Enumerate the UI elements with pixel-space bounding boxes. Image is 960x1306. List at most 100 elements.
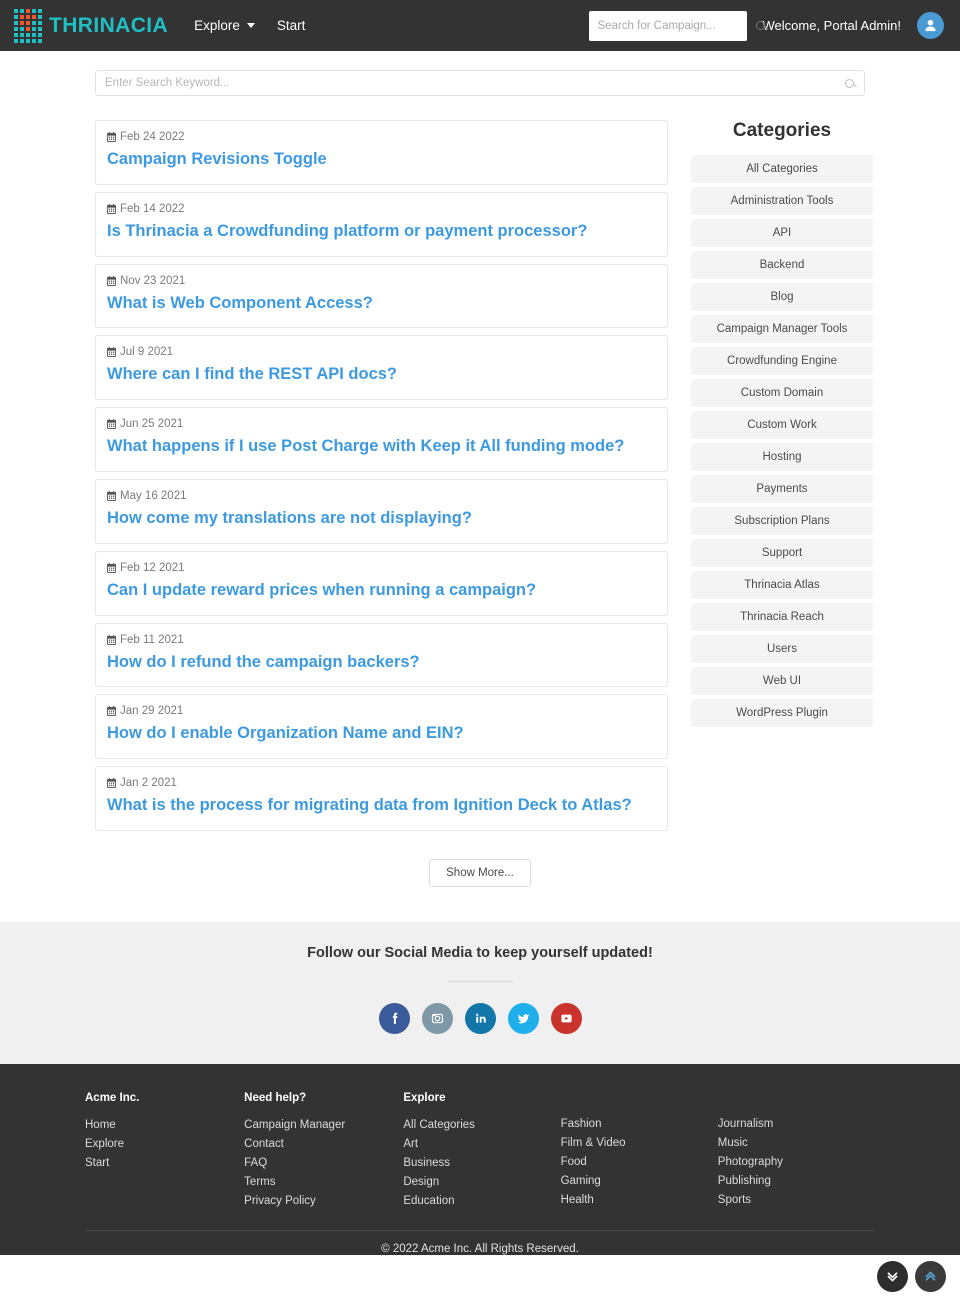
footer-link[interactable]: FAQ <box>244 1157 403 1169</box>
category-item[interactable]: Subscription Plans <box>691 507 873 535</box>
category-item[interactable]: API <box>691 219 873 247</box>
footer-link[interactable]: Terms <box>244 1176 403 1188</box>
category-item[interactable]: Users <box>691 635 873 663</box>
footer-link[interactable]: Health <box>561 1194 718 1206</box>
footer-link[interactable]: Journalism <box>718 1118 875 1130</box>
article-date-text: Nov 23 2021 <box>120 274 186 287</box>
article-title-link[interactable]: What is Web Component Access? <box>107 294 656 314</box>
article-title-link[interactable]: What is the process for migrating data f… <box>107 796 656 816</box>
twitter-icon[interactable] <box>507 1002 539 1034</box>
categories-sidebar: Categories All Categories Administration … <box>691 120 873 731</box>
campaign-search-input[interactable] <box>597 19 752 32</box>
footer-column-spacer <box>561 1092 718 1118</box>
nav-item-explore[interactable]: Explore <box>194 18 255 33</box>
category-item[interactable]: WordPress Plugin <box>691 699 873 727</box>
user-avatar-icon[interactable] <box>917 12 944 39</box>
category-item[interactable]: Support <box>691 539 873 567</box>
search-icon[interactable] <box>755 21 765 30</box>
article-title-link[interactable]: What happens if I use Post Charge with K… <box>107 437 656 457</box>
nav-item-start[interactable]: Start <box>277 18 306 33</box>
facebook-icon[interactable] <box>378 1002 410 1034</box>
article-date: Nov 23 2021 <box>107 275 656 287</box>
article-card[interactable]: Feb 24 2022 Campaign Revisions Toggle <box>95 120 668 185</box>
footer-link[interactable]: Business <box>403 1157 560 1169</box>
campaign-search-box[interactable] <box>588 10 765 41</box>
keyword-search-input[interactable] <box>105 77 845 89</box>
article-card[interactable]: Jun 25 2021 What happens if I use Post Ch… <box>95 407 668 472</box>
footer-link[interactable]: Privacy Policy <box>244 1195 403 1207</box>
footer-link[interactable]: Home <box>85 1119 244 1131</box>
scroll-top-button[interactable] <box>915 1261 946 1292</box>
category-item[interactable]: Web UI <box>691 667 873 695</box>
article-card[interactable]: Feb 11 2021 How do I refund the campaign … <box>95 622 668 688</box>
article-card[interactable]: Feb 12 2021 Can I update reward prices wh… <box>95 550 668 616</box>
footer-link[interactable]: Start <box>85 1157 244 1169</box>
calendar-icon <box>107 562 116 573</box>
category-item[interactable]: All Categories <box>691 155 873 183</box>
category-item[interactable]: Administration Tools <box>691 187 873 215</box>
article-date-text: Feb 14 2022 <box>120 202 185 215</box>
category-item[interactable]: Blog <box>691 283 873 311</box>
article-card[interactable]: Jan 2 2021 What is the process for migrat… <box>95 766 668 831</box>
footer-link[interactable]: Explore <box>85 1138 244 1150</box>
footer-link[interactable]: Fashion <box>561 1118 718 1130</box>
footer-link[interactable]: Sports <box>718 1194 875 1206</box>
calendar-icon <box>107 275 116 286</box>
article-title-link[interactable]: Where can I find the REST API docs? <box>107 365 656 385</box>
article-title-link[interactable]: Is Thrinacia a Crowdfunding platform or … <box>107 222 656 242</box>
chevron-down-icon <box>246 23 255 28</box>
footer-link[interactable]: Publishing <box>718 1175 875 1187</box>
category-item[interactable]: Thrinacia Atlas <box>691 571 873 599</box>
article-title-link[interactable]: How do I enable Organization Name and EI… <box>107 724 656 744</box>
footer-link[interactable]: Art <box>403 1138 560 1150</box>
show-more-button[interactable]: Show More... <box>429 858 531 887</box>
article-date: Feb 14 2022 <box>107 203 656 215</box>
category-item[interactable]: Custom Work <box>691 411 873 439</box>
article-date: Jul 9 2021 <box>107 346 656 358</box>
search-icon[interactable] <box>845 78 854 88</box>
brand-logo[interactable]: THRINACIA <box>14 8 168 43</box>
category-item[interactable]: Thrinacia Reach <box>691 603 873 631</box>
article-title-link[interactable]: Campaign Revisions Toggle <box>107 150 656 170</box>
article-card[interactable]: Nov 23 2021 What is Web Component Access? <box>95 263 668 329</box>
article-title-link[interactable]: How do I refund the campaign backers? <box>107 653 656 673</box>
category-item[interactable]: Custom Domain <box>691 379 873 407</box>
article-date-text: May 16 2021 <box>120 489 187 502</box>
footer-column-title: Need help? <box>244 1091 307 1104</box>
footer-link[interactable]: Music <box>718 1137 875 1149</box>
article-date: Jun 25 2021 <box>107 418 656 430</box>
calendar-icon <box>107 634 116 645</box>
article-title-link[interactable]: How come my translations are not display… <box>107 509 656 529</box>
footer-link[interactable]: Education <box>403 1195 560 1207</box>
scroll-down-button[interactable] <box>877 1261 908 1292</box>
calendar-icon <box>107 347 116 358</box>
footer-link[interactable]: Campaign Manager <box>244 1119 403 1131</box>
article-date: Jan 29 2021 <box>107 705 656 717</box>
footer-link[interactable]: Food <box>561 1156 718 1168</box>
category-item[interactable]: Backend <box>691 251 873 279</box>
category-item[interactable]: Campaign Manager Tools <box>691 315 873 343</box>
linkedin-icon[interactable] <box>464 1002 496 1034</box>
keyword-search-box[interactable] <box>95 70 865 96</box>
footer-link[interactable]: All Categories <box>403 1119 560 1131</box>
instagram-icon[interactable] <box>421 1002 453 1034</box>
show-more-section: Show More... <box>0 838 960 887</box>
article-date-text: Feb 11 2021 <box>120 633 184 646</box>
category-item[interactable]: Payments <box>691 475 873 503</box>
footer-link[interactable]: Gaming <box>561 1175 718 1187</box>
footer-link[interactable]: Contact <box>244 1138 403 1150</box>
youtube-icon[interactable] <box>550 1002 582 1034</box>
footer-link[interactable]: Photography <box>718 1156 875 1168</box>
article-title-link[interactable]: Can I update reward prices when running … <box>107 581 656 601</box>
footer-column: Fashion Film & Video Food Gaming Health <box>561 1092 718 1214</box>
article-date: Feb 24 2022 <box>107 131 656 143</box>
footer-link[interactable]: Design <box>403 1176 560 1188</box>
article-card[interactable]: May 16 2021 How come my translations are … <box>95 478 668 544</box>
footer-column-title: Acme Inc. <box>85 1091 140 1104</box>
article-card[interactable]: Jul 9 2021 Where can I find the REST API … <box>95 335 668 401</box>
category-item[interactable]: Crowdfunding Engine <box>691 347 873 375</box>
category-item[interactable]: Hosting <box>691 443 873 471</box>
article-card[interactable]: Feb 14 2022 Is Thrinacia a Crowdfunding p… <box>95 191 668 257</box>
footer-link[interactable]: Film & Video <box>561 1137 718 1149</box>
article-card[interactable]: Jan 29 2021 How do I enable Organization … <box>95 694 668 760</box>
